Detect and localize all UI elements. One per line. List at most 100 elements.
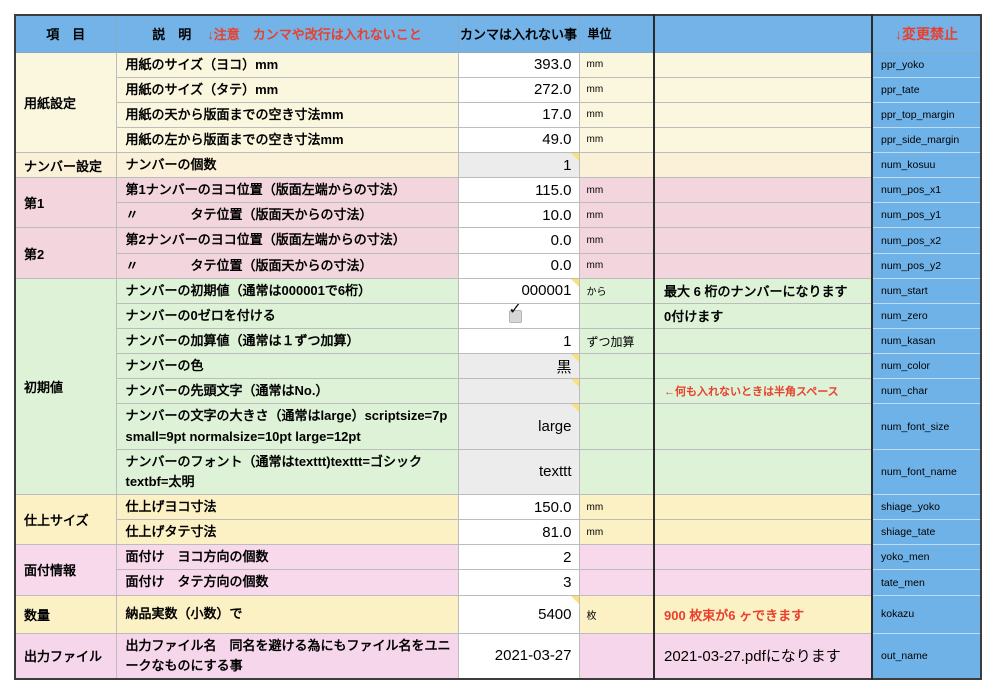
note-cell (654, 77, 872, 102)
header-item: 項 目 (15, 15, 116, 52)
value-cell-num_kosuu[interactable]: 1 (458, 153, 579, 178)
desc-cell: 出力ファイル名 同名を避ける為にもファイル名をユニークなものにする事 (116, 633, 458, 679)
note-cell (654, 495, 872, 520)
comment-marker-icon (571, 279, 579, 287)
note-cell (654, 329, 872, 354)
cell-value: 0.0 (551, 232, 572, 249)
table-row: 数量納品実数（小数）で5400枚900 枚束が6 ヶできますkokazu (15, 595, 981, 633)
value-cell-yoko_men[interactable]: 2 (458, 545, 579, 570)
note-cell (654, 178, 872, 203)
value-cell-num_start[interactable]: 000001 (458, 278, 579, 303)
var-name-cell: shiage_tate (872, 520, 981, 545)
var-name-cell: num_char (872, 379, 981, 404)
var-name-cell: num_color (872, 354, 981, 379)
note-cell: 900 枚束が6 ヶできます (654, 595, 872, 633)
cell-value: 2 (563, 549, 571, 566)
value-cell-ppr_yoko[interactable]: 393.0 (458, 52, 579, 77)
section-label-number-setting: ナンバー設定 (15, 153, 116, 178)
cell-value: 81.0 (542, 524, 571, 541)
desc-cell: ナンバーの個数 (116, 153, 458, 178)
var-name-cell: num_font_size (872, 404, 981, 449)
note-cell (654, 153, 872, 178)
section-label-suuryo: 数量 (15, 595, 116, 633)
value-cell-num_pos_x1[interactable]: 115.0 (458, 178, 579, 203)
table-row: ナンバーの0ゼロを付ける✓0付けますnum_zero (15, 303, 981, 328)
table-row: 〃 タテ位置（版面天からの寸法）10.0mmnum_pos_y1 (15, 203, 981, 228)
table-row: 初期値ナンバーの初期値（通常は000001で6桁）000001から最大 6 桁の… (15, 278, 981, 303)
var-name-cell: num_font_name (872, 449, 981, 494)
table-row: 〃 タテ位置（版面天からの寸法）0.0mmnum_pos_y2 (15, 253, 981, 278)
section-label-mentsuke: 面付情報 (15, 545, 116, 595)
table-row: ナンバーの加算値（通常は１ずつ加算）1ずつ加算num_kasan (15, 329, 981, 354)
unit-cell (579, 570, 654, 595)
table-row: 仕上げタテ寸法81.0mmshiage_tate (15, 520, 981, 545)
desc-cell: ナンバーの0ゼロを付ける (116, 303, 458, 328)
value-cell-shiage_tate[interactable]: 81.0 (458, 520, 579, 545)
cell-value: texttt (539, 463, 572, 480)
cell-value: large (538, 418, 571, 435)
cell-value: 49.0 (542, 131, 571, 148)
value-cell-ppr_side_margin[interactable]: 49.0 (458, 127, 579, 152)
value-cell-num_zero[interactable]: ✓ (458, 303, 579, 328)
value-cell-out_name[interactable]: 2021-03-27 (458, 633, 579, 679)
desc-cell: 仕上げタテ寸法 (116, 520, 458, 545)
note-cell (654, 354, 872, 379)
note-cell (654, 102, 872, 127)
value-cell-shiage_yoko[interactable]: 150.0 (458, 495, 579, 520)
cell-value: 10.0 (542, 207, 571, 224)
table-row: 用紙のサイズ（タテ）mm272.0mmppr_tate (15, 77, 981, 102)
value-cell-num_font_size[interactable]: large (458, 404, 579, 449)
note-cell (654, 253, 872, 278)
note-cell (654, 520, 872, 545)
value-cell-num_pos_x2[interactable]: 0.0 (458, 228, 579, 253)
desc-cell: 第2ナンバーのヨコ位置（版面左端からの寸法） (116, 228, 458, 253)
table-row: 用紙設定用紙のサイズ（ヨコ）mm393.0mmppr_yoko (15, 52, 981, 77)
table-row: 面付情報面付け ヨコ方向の個数2yoko_men (15, 545, 981, 570)
header-note (654, 15, 872, 52)
table-row: ナンバー設定ナンバーの個数1num_kosuu (15, 153, 981, 178)
var-name-cell: ppr_top_margin (872, 102, 981, 127)
unit-cell: mm (579, 228, 654, 253)
unit-cell: mm (579, 203, 654, 228)
cell-value: 5400 (538, 606, 571, 623)
unit-cell: mm (579, 52, 654, 77)
value-cell-num_char[interactable] (458, 379, 579, 404)
note-text: 0付けます (664, 309, 723, 324)
value-cell-kokazu[interactable]: 5400 (458, 595, 579, 633)
unit-cell: ずつ加算 (579, 329, 654, 354)
unit-cell (579, 449, 654, 494)
comment-marker-icon (571, 354, 579, 362)
var-name-cell: yoko_men (872, 545, 981, 570)
value-cell-num_font_name[interactable]: texttt (458, 449, 579, 494)
table-row: ナンバーの先頭文字（通常はNo.）←何も入れないときは半角スペースnum_cha… (15, 379, 981, 404)
var-name-cell: ppr_yoko (872, 52, 981, 77)
cell-value: 3 (563, 574, 571, 591)
var-name-cell: ppr_side_margin (872, 127, 981, 152)
cell-value: 393.0 (534, 56, 572, 73)
cell-value: 0.0 (551, 257, 572, 274)
value-cell-num_pos_y1[interactable]: 10.0 (458, 203, 579, 228)
unit-cell (579, 404, 654, 449)
desc-cell: 仕上げヨコ寸法 (116, 495, 458, 520)
value-cell-num_color[interactable]: 黒 (458, 354, 579, 379)
desc-cell: 用紙の天から版面までの空き寸法mm (116, 102, 458, 127)
value-cell-num_pos_y2[interactable]: 0.0 (458, 253, 579, 278)
note-cell (654, 404, 872, 449)
value-cell-ppr_tate[interactable]: 272.0 (458, 77, 579, 102)
comment-marker-icon (571, 153, 579, 161)
comment-marker-icon (571, 596, 579, 604)
table-row: ナンバーのフォント（通常はtexttt)texttt=ゴシック textbf=太… (15, 449, 981, 494)
value-cell-num_kasan[interactable]: 1 (458, 329, 579, 354)
note-cell: ←何も入れないときは半角スペース (654, 379, 872, 404)
desc-cell: ナンバーの初期値（通常は000001で6桁） (116, 278, 458, 303)
table-row: 面付け タテ方向の個数3tate_men (15, 570, 981, 595)
note-cell (654, 570, 872, 595)
value-cell-tate_men[interactable]: 3 (458, 570, 579, 595)
note-cell (654, 449, 872, 494)
checkbox-checked[interactable]: ✓ (509, 310, 522, 323)
desc-cell: ナンバーの加算値（通常は１ずつ加算） (116, 329, 458, 354)
desc-cell: 〃 タテ位置（版面天からの寸法） (116, 253, 458, 278)
cell-value: 17.0 (542, 106, 571, 123)
value-cell-ppr_top_margin[interactable]: 17.0 (458, 102, 579, 127)
unit-cell (579, 545, 654, 570)
